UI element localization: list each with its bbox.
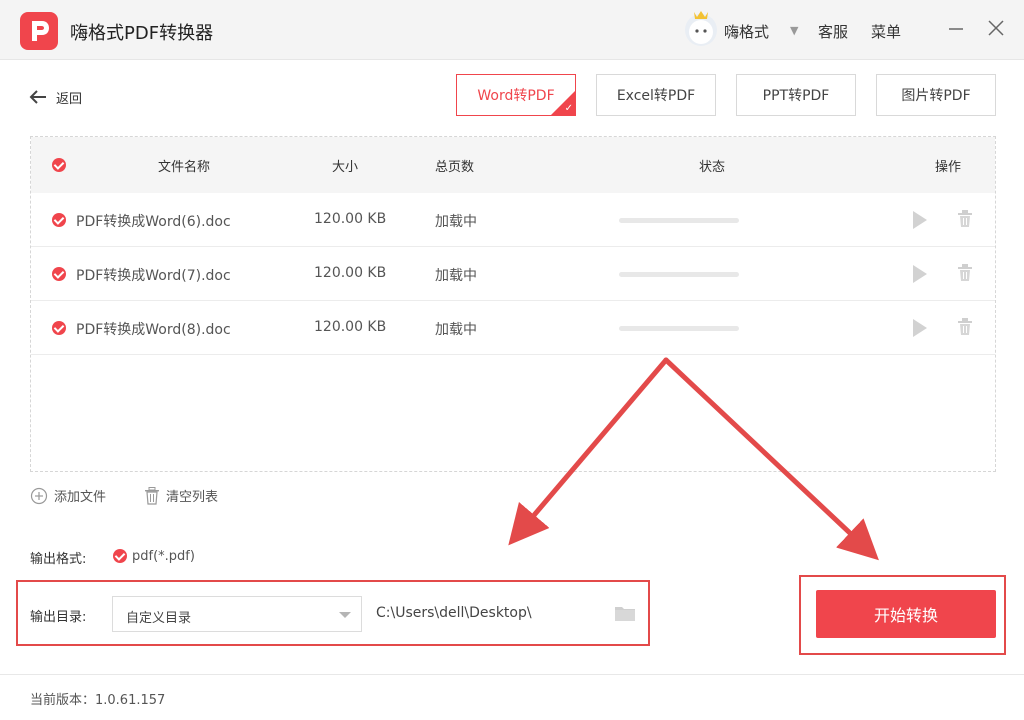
plus-circle-icon <box>30 487 48 504</box>
trash-icon[interactable] <box>957 264 973 286</box>
row-checkbox[interactable] <box>52 321 66 335</box>
tab-word-to-pdf[interactable]: Word转PDF ✓ <box>456 74 576 116</box>
table-row[interactable]: PDF转换成Word(7).doc 120.00 KB 加载中 <box>31 247 995 301</box>
chevron-down-icon <box>339 612 351 618</box>
column-header-size: 大小 <box>332 160 359 175</box>
menu-link[interactable]: 菜单 <box>871 21 901 42</box>
row-checkbox[interactable] <box>52 267 66 281</box>
username[interactable]: 嗨格式 <box>724 21 769 42</box>
close-icon[interactable] <box>984 16 1008 40</box>
output-dir-select-value: 自定义目录 <box>126 611 192 626</box>
play-icon[interactable] <box>913 211 927 229</box>
table-row[interactable]: PDF转换成Word(8).doc 120.00 KB 加载中 <box>31 301 995 355</box>
table-header: 文件名称 大小 总页数 状态 操作 <box>31 137 995 193</box>
format-selected-icon <box>113 549 127 563</box>
output-path: C:\Users\dell\Desktop\ <box>376 605 532 621</box>
progress-bar <box>619 326 739 331</box>
tab-image-to-pdf[interactable]: 图片转PDF <box>876 74 996 116</box>
column-header-status: 状态 <box>699 160 726 175</box>
output-format-label: 输出格式: <box>30 552 87 567</box>
tab-label: PPT转PDF <box>762 88 830 104</box>
app-logo-icon <box>20 12 58 50</box>
column-header-name: 文件名称 <box>158 160 211 175</box>
page-count: 加载中 <box>435 268 477 284</box>
clear-list-button[interactable]: 清空列表 <box>144 486 218 505</box>
title-bar: 嗨格式PDF转换器 嗨格式 ▼ 客服 菜单 <box>0 0 1024 60</box>
output-dir-select[interactable]: 自定义目录 <box>112 596 362 632</box>
output-dir-label: 输出目录: <box>30 610 87 625</box>
column-header-pages: 总页数 <box>435 160 475 175</box>
column-header-actions: 操作 <box>935 160 962 175</box>
customer-service-link[interactable]: 客服 <box>818 21 848 42</box>
trash-icon[interactable] <box>957 210 973 232</box>
chevron-down-icon[interactable]: ▼ <box>790 24 798 37</box>
file-size: 120.00 KB <box>314 265 387 281</box>
file-name: PDF转换成Word(8).doc <box>76 322 231 338</box>
tab-label: Word转PDF <box>477 88 555 104</box>
add-file-label: 添加文件 <box>54 490 107 505</box>
output-format-value: pdf(*.pdf) <box>132 549 195 564</box>
version-text: 当前版本：1.0.61.157 <box>30 693 166 708</box>
file-name: PDF转换成Word(7).doc <box>76 268 231 284</box>
footer: 当前版本：1.0.61.157 <box>0 674 1024 720</box>
clear-list-label: 清空列表 <box>166 490 219 505</box>
select-all-checkbox[interactable] <box>52 158 66 172</box>
table-row[interactable]: PDF转换成Word(6).doc 120.00 KB 加载中 <box>31 193 995 247</box>
back-label: 返回 <box>56 91 83 107</box>
progress-bar <box>619 218 739 223</box>
row-checkbox[interactable] <box>52 213 66 227</box>
file-name: PDF转换成Word(6).doc <box>76 214 231 230</box>
trash-icon <box>145 486 159 505</box>
page-count: 加载中 <box>435 322 477 338</box>
minimize-icon[interactable] <box>944 16 968 40</box>
play-icon[interactable] <box>913 265 927 283</box>
tab-label: 图片转PDF <box>901 88 971 104</box>
file-size: 120.00 KB <box>314 319 387 335</box>
page-count: 加载中 <box>435 214 477 230</box>
start-convert-button[interactable]: 开始转换 <box>816 590 996 638</box>
tab-excel-to-pdf[interactable]: Excel转PDF <box>596 74 716 116</box>
trash-icon[interactable] <box>957 318 973 340</box>
check-icon: ✓ <box>564 103 573 114</box>
tab-label: Excel转PDF <box>616 88 696 104</box>
play-icon[interactable] <box>913 319 927 337</box>
progress-bar <box>619 272 739 277</box>
file-table: 文件名称 大小 总页数 状态 操作 PDF转换成Word(6).doc 120.… <box>30 136 996 472</box>
back-arrow-icon <box>29 90 46 104</box>
add-file-button[interactable]: 添加文件 <box>30 486 106 505</box>
avatar[interactable] <box>682 8 720 48</box>
tab-ppt-to-pdf[interactable]: PPT转PDF <box>736 74 856 116</box>
app-title: 嗨格式PDF转换器 <box>70 23 214 44</box>
file-size: 120.00 KB <box>314 211 387 227</box>
folder-icon[interactable] <box>614 604 636 626</box>
back-button[interactable]: 返回 <box>28 86 82 108</box>
